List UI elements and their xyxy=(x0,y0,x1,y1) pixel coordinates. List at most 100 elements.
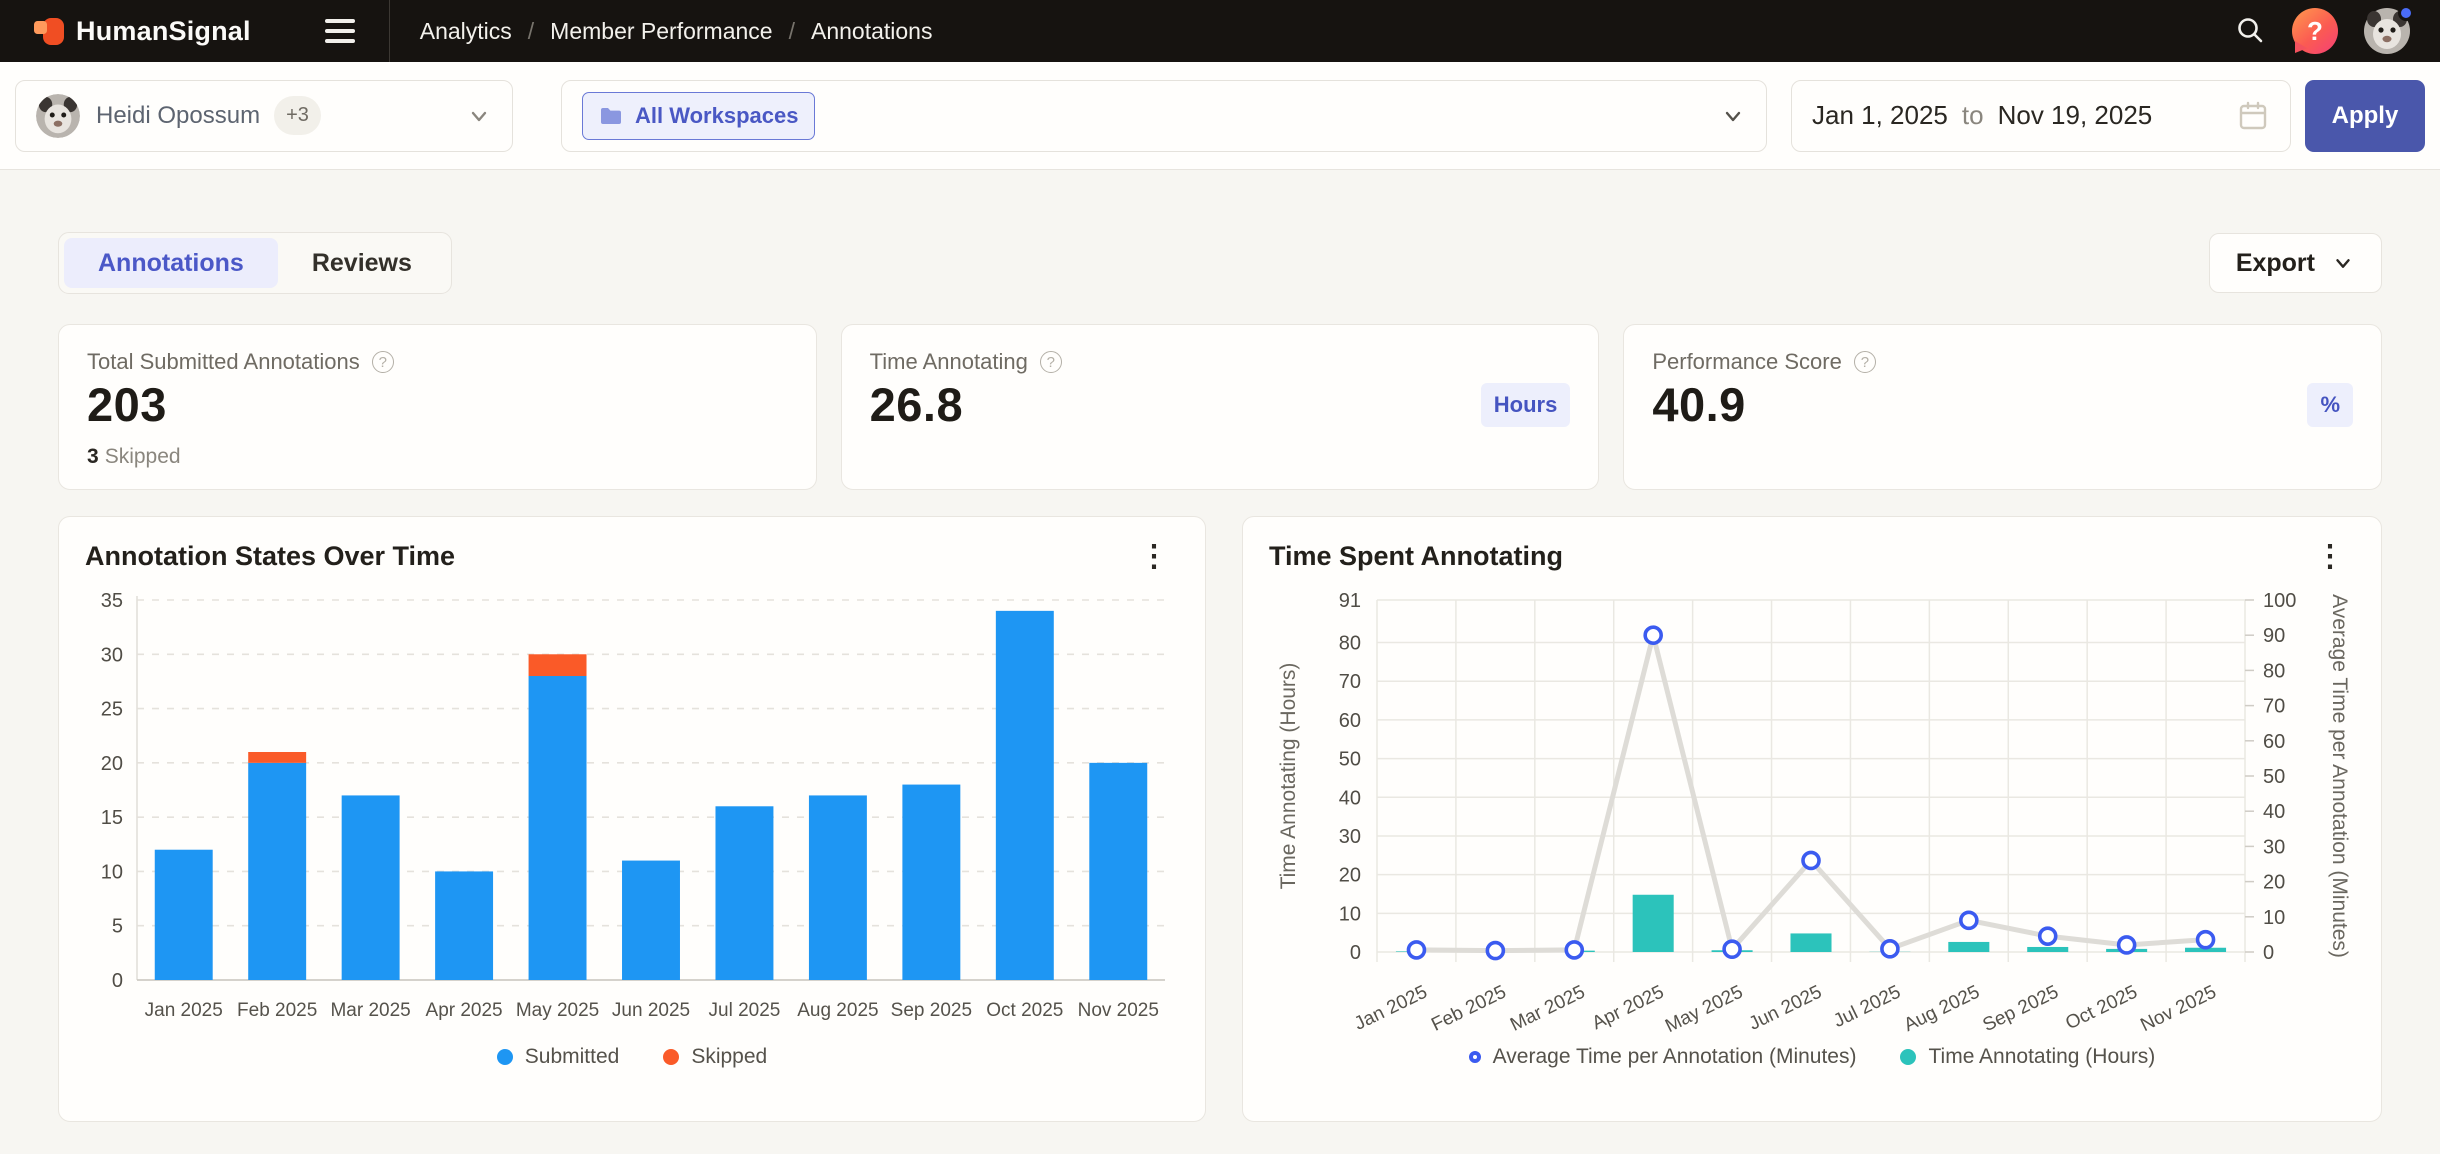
breadcrumb-member-performance[interactable]: Member Performance xyxy=(550,18,772,45)
help-icon[interactable]: ? xyxy=(2292,8,2338,54)
member-select[interactable]: Heidi Opossum +3 xyxy=(15,80,513,152)
breadcrumb: Analytics / Member Performance / Annotat… xyxy=(420,18,933,45)
workspace-tag[interactable]: All Workspaces xyxy=(582,92,815,140)
tab-reviews[interactable]: Reviews xyxy=(278,238,446,288)
avatar[interactable] xyxy=(2364,8,2410,54)
header-divider xyxy=(389,0,390,62)
svg-text:Time Annotating (Hours): Time Annotating (Hours) xyxy=(1277,663,1300,890)
stat-value: 26.8 xyxy=(870,377,963,432)
stat-value: 40.9 xyxy=(1652,377,1745,432)
main-content: Annotations Reviews Export Total Submitt… xyxy=(0,170,2440,1122)
svg-text:Aug 2025: Aug 2025 xyxy=(797,1000,878,1021)
svg-text:5: 5 xyxy=(112,916,123,938)
brand-logo[interactable]: HumanSignal xyxy=(34,14,251,48)
export-button[interactable]: Export xyxy=(2209,233,2382,293)
svg-text:15: 15 xyxy=(101,807,123,829)
svg-text:Jan 2025: Jan 2025 xyxy=(145,1000,223,1021)
legend-item[interactable]: Average Time per Annotation (Minutes) xyxy=(1469,1045,1857,1069)
stat-label: Total Submitted Annotations xyxy=(87,349,360,375)
svg-text:May 2025: May 2025 xyxy=(1662,982,1746,1032)
svg-text:80: 80 xyxy=(1339,633,1361,655)
hamburger-menu-icon[interactable] xyxy=(319,13,361,49)
date-range-field[interactable]: Jan 1, 2025 to Nov 19, 2025 xyxy=(1791,80,2291,152)
chevron-down-icon xyxy=(2331,251,2355,275)
svg-text:Apr 2025: Apr 2025 xyxy=(426,1000,503,1021)
svg-text:Feb 2025: Feb 2025 xyxy=(237,1000,317,1021)
stat-footer: 3Skipped xyxy=(87,445,788,469)
breadcrumb-separator: / xyxy=(789,18,795,45)
status-badge xyxy=(2398,5,2414,21)
legend-item[interactable]: Submitted xyxy=(497,1045,620,1069)
svg-text:Sep 2025: Sep 2025 xyxy=(1980,982,2062,1032)
svg-text:25: 25 xyxy=(101,699,123,721)
svg-text:10: 10 xyxy=(1339,903,1361,925)
unit-badge: % xyxy=(2307,383,2353,427)
unit-badge: Hours xyxy=(1481,383,1571,427)
stat-label: Time Annotating xyxy=(870,349,1028,375)
svg-text:80: 80 xyxy=(2263,660,2285,682)
chart-title: Time Spent Annotating xyxy=(1269,541,1563,572)
legend-item[interactable]: Time Annotating (Hours) xyxy=(1900,1045,2155,1069)
svg-text:10: 10 xyxy=(101,861,123,883)
svg-text:Feb 2025: Feb 2025 xyxy=(1428,982,1509,1032)
help-circle-icon[interactable]: ? xyxy=(1040,351,1062,373)
help-circle-icon[interactable]: ? xyxy=(372,351,394,373)
humansignal-logo-icon xyxy=(34,14,64,48)
kebab-menu-icon[interactable]: ⋮ xyxy=(1129,542,1179,572)
date-separator: to xyxy=(1962,100,1984,131)
tab-group: Annotations Reviews xyxy=(58,232,452,294)
search-icon[interactable] xyxy=(2234,15,2266,47)
breadcrumb-analytics[interactable]: Analytics xyxy=(420,18,512,45)
skipped-label: Skipped xyxy=(105,445,181,468)
calendar-icon xyxy=(2236,99,2270,133)
svg-text:30: 30 xyxy=(2263,836,2285,858)
svg-text:30: 30 xyxy=(1339,826,1361,848)
workspace-select[interactable]: All Workspaces xyxy=(561,80,1767,152)
svg-text:Oct 2025: Oct 2025 xyxy=(2062,982,2141,1032)
annotation-states-chart: 05101520253035Jan 2025Feb 2025Mar 2025Ap… xyxy=(85,580,1179,1037)
breadcrumb-annotations: Annotations xyxy=(811,18,932,45)
member-extra-count: +3 xyxy=(274,96,321,135)
help-glyph: ? xyxy=(2307,16,2323,47)
svg-text:May 2025: May 2025 xyxy=(516,1000,599,1021)
svg-text:0: 0 xyxy=(112,970,123,992)
brand-name: HumanSignal xyxy=(76,16,251,47)
svg-text:20: 20 xyxy=(1339,865,1361,887)
svg-text:70: 70 xyxy=(2263,696,2285,718)
svg-text:Oct 2025: Oct 2025 xyxy=(986,1000,1063,1021)
filter-bar: Heidi Opossum +3 All Workspaces Jan 1, 2… xyxy=(0,62,2440,170)
apply-button[interactable]: Apply xyxy=(2305,80,2425,152)
svg-text:30: 30 xyxy=(101,644,123,666)
member-avatar xyxy=(36,94,80,138)
svg-text:Mar 2025: Mar 2025 xyxy=(330,1000,410,1021)
svg-text:100: 100 xyxy=(2263,590,2296,612)
chevron-down-icon xyxy=(466,103,492,129)
svg-text:50: 50 xyxy=(2263,766,2285,788)
svg-text:60: 60 xyxy=(1339,710,1361,732)
kebab-menu-icon[interactable]: ⋮ xyxy=(2305,542,2355,572)
help-circle-icon[interactable]: ? xyxy=(1854,351,1876,373)
chart-legend: Submitted Skipped xyxy=(85,1045,1179,1069)
svg-text:70: 70 xyxy=(1339,671,1361,693)
chart-title: Annotation States Over Time xyxy=(85,541,455,572)
svg-text:40: 40 xyxy=(1339,787,1361,809)
svg-text:20: 20 xyxy=(101,753,123,775)
stat-label: Performance Score xyxy=(1652,349,1842,375)
svg-text:Aug 2025: Aug 2025 xyxy=(1901,982,1983,1032)
top-navigation-bar: HumanSignal Analytics / Member Performan… xyxy=(0,0,2440,62)
svg-text:Average Time per Annotation (M: Average Time per Annotation (Minutes) xyxy=(2328,594,2351,958)
svg-text:Jan 2025: Jan 2025 xyxy=(1351,982,1430,1032)
legend-item[interactable]: Skipped xyxy=(663,1045,767,1069)
svg-text:40: 40 xyxy=(2263,801,2285,823)
stat-card-total-submitted: Total Submitted Annotations ? 203 3Skipp… xyxy=(58,324,817,490)
svg-text:Apr 2025: Apr 2025 xyxy=(1589,982,1668,1032)
svg-text:Sep 2025: Sep 2025 xyxy=(891,1000,972,1021)
svg-text:Jun 2025: Jun 2025 xyxy=(1746,982,1825,1032)
svg-text:60: 60 xyxy=(2263,731,2285,753)
folder-icon xyxy=(599,104,623,128)
svg-text:Mar 2025: Mar 2025 xyxy=(1507,982,1588,1032)
svg-text:50: 50 xyxy=(1339,749,1361,771)
stat-value: 203 xyxy=(87,377,167,432)
tab-annotations[interactable]: Annotations xyxy=(64,238,278,288)
svg-text:Nov 2025: Nov 2025 xyxy=(2137,982,2219,1032)
